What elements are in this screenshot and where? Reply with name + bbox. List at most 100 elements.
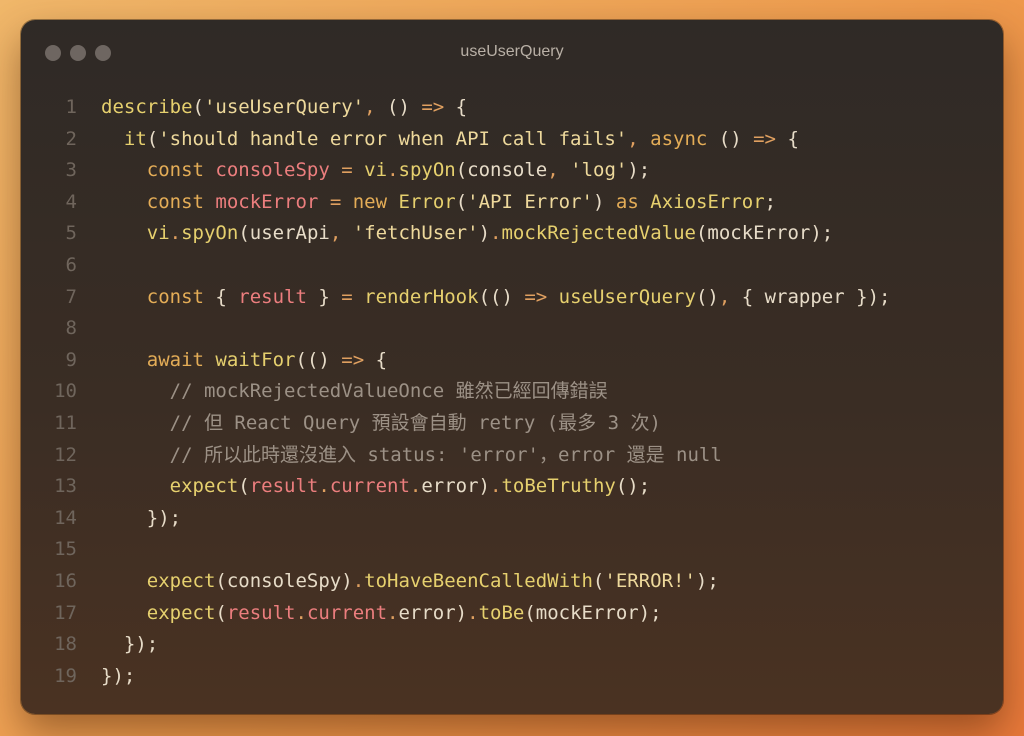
line-number: 6 <box>65 253 77 276</box>
code-token: => <box>421 96 445 118</box>
line-number: 14 <box>54 506 77 529</box>
code-token: }); <box>101 633 159 656</box>
code-token: ( <box>592 569 605 592</box>
code-text: vi.spyOn(userApi, 'fetchUser').mockRejec… <box>101 218 833 250</box>
code-text: expect(result.current.error).toBeTruthy(… <box>101 471 651 503</box>
code-token: = <box>329 190 342 213</box>
code-token: { <box>203 285 239 308</box>
code-token: // 但 React Query 預設會自動 retry (最多 3 次) <box>169 411 661 434</box>
code-token: spyOn <box>398 159 456 182</box>
code-token: async <box>650 127 708 150</box>
code-token: , <box>329 222 342 245</box>
code-token: => <box>753 127 776 150</box>
code-token: vi <box>146 222 170 245</box>
code-token: = <box>341 159 353 182</box>
code-token: AxiosError <box>650 190 765 213</box>
code-token: () <box>707 127 754 150</box>
code-token: ); <box>627 159 651 182</box>
line-number: 15 <box>54 538 77 561</box>
code-token: . <box>387 601 399 624</box>
code-token: consoleSpy <box>215 159 330 182</box>
line-number: 5 <box>65 222 77 245</box>
code-text: const mockError = new Error('API Error')… <box>101 187 776 219</box>
code-token: ( <box>215 601 227 624</box>
code-token: spyOn <box>181 222 239 245</box>
code-token: waitFor <box>215 348 296 371</box>
code-token: , <box>364 96 376 118</box>
code-token: mockRejectedValue <box>501 222 696 245</box>
line-number: 10 <box>54 380 77 403</box>
code-text: it('should handle error when API call fa… <box>101 124 799 156</box>
line-number: 9 <box>65 348 77 371</box>
code-token: result <box>238 285 307 308</box>
code-token: => <box>341 348 365 371</box>
code-token: . <box>387 159 399 182</box>
code-token: Error <box>398 190 456 213</box>
code-text: expect(consoleSpy).toHaveBeenCalledWith(… <box>101 566 719 598</box>
code-token: const <box>146 190 204 213</box>
line-number: 16 <box>54 569 77 592</box>
code-token: }); <box>101 506 182 529</box>
line-number: 2 <box>65 127 77 150</box>
code-token: 'log' <box>570 159 628 182</box>
code-token: { <box>364 348 388 371</box>
code-token: 'API Error' <box>467 190 594 213</box>
code-token: ); <box>695 569 719 592</box>
code-token: describe <box>101 96 193 118</box>
code-token: (); <box>615 475 651 498</box>
line-number: 4 <box>65 190 77 213</box>
code-token: error) <box>398 601 468 624</box>
code-token: 'fetchUser' <box>352 222 479 245</box>
line-number: 12 <box>54 443 77 466</box>
code-token: const <box>146 159 204 182</box>
code-token: expect <box>146 569 216 592</box>
line-number: 1 <box>65 96 77 118</box>
code-token: (mockError); <box>524 601 662 624</box>
code-token: { <box>776 127 799 150</box>
line-number: 7 <box>65 285 77 308</box>
code-token: = <box>341 285 353 308</box>
code-token: . <box>467 601 479 624</box>
code-token: await <box>146 348 204 371</box>
line-number: 11 <box>54 411 77 434</box>
code-token: , <box>718 285 731 308</box>
code-token: . <box>295 601 307 624</box>
code-token: current <box>329 475 410 498</box>
code-token: expect <box>146 601 216 624</box>
code-token: (mockError); <box>695 222 834 245</box>
code-text: // 所以此時還沒進入 status: 'error'，error 還是 nul… <box>101 440 722 472</box>
window-title: useUserQuery <box>460 43 564 60</box>
code-token: useUserQuery <box>558 285 696 308</box>
code-token: result <box>226 601 296 624</box>
code-token: (userApi <box>238 222 330 245</box>
code-token: , <box>547 159 559 182</box>
code-token: expect <box>169 475 239 498</box>
line-number: 19 <box>54 664 77 687</box>
code-token: ) <box>478 222 491 245</box>
code-text: expect(result.current.error).toBe(mockEr… <box>101 598 662 630</box>
code-token: , <box>627 127 639 150</box>
code-text: await waitFor(() => { <box>101 345 387 377</box>
line-number: 8 <box>65 317 77 340</box>
code-token: (consoleSpy) <box>215 569 353 592</box>
title-bar: useUserQuery <box>21 20 1003 86</box>
